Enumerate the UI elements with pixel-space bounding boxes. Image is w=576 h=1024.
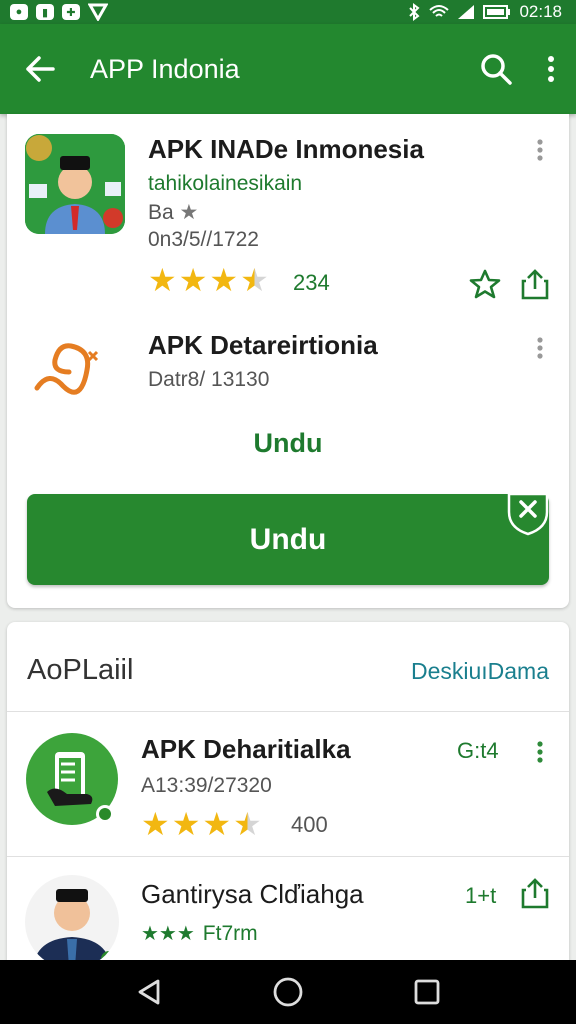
- messenger-icon: ●: [10, 4, 28, 20]
- list-item[interactable]: APK Deharitialka A13:39/27320 ★ ★ ★ ★ 40…: [7, 712, 569, 856]
- item-title: APK INADe Inmonesia: [148, 134, 424, 164]
- arrow-back-icon: [26, 56, 55, 82]
- overflow-menu-button[interactable]: [526, 24, 576, 114]
- signal-icon: [458, 5, 475, 19]
- star-full-icon: ★: [209, 262, 239, 298]
- item-meta-text: Ba: [148, 201, 174, 224]
- favorite-button[interactable]: [465, 264, 505, 304]
- item-date: A13:39/27320: [141, 774, 272, 797]
- app-logo: [31, 330, 103, 402]
- rating-count: 234: [293, 270, 330, 295]
- photo-icon: ✚: [62, 4, 80, 20]
- star-outline-icon: [469, 269, 501, 299]
- person-avatar-icon: [25, 134, 125, 234]
- battery-icon: [483, 5, 511, 19]
- item-badge: G:t4: [457, 738, 499, 763]
- wifi-icon: [429, 5, 450, 17]
- search-icon: [481, 54, 512, 85]
- section-title: AoPLaiil: [27, 654, 134, 686]
- item-more-button[interactable]: [528, 130, 552, 170]
- download-button-label: Undu: [249, 522, 327, 556]
- page-title: APP Indonia: [90, 53, 240, 84]
- star-half-icon: ★: [240, 262, 269, 298]
- download-link[interactable]: Undu: [7, 428, 569, 459]
- app-logo: [25, 732, 119, 826]
- item-badge: 1+t: [465, 883, 497, 908]
- app-thumbnail: [25, 875, 119, 969]
- share-icon: [521, 878, 549, 909]
- nav-home-icon: [273, 977, 303, 1007]
- item-date: Datr8/ 13130: [148, 368, 270, 391]
- star-rating: ★ ★ ★ ★: [141, 808, 262, 840]
- list-item[interactable]: APK Detareirtionia Datr8/ 13130: [7, 314, 569, 424]
- nav-back-button[interactable]: [119, 962, 179, 1022]
- item-more-button[interactable]: [528, 732, 552, 772]
- more-vert-icon: [537, 139, 543, 161]
- app-bar: APP Indonia: [0, 24, 576, 114]
- item-subtitle: tahikolainesikain: [148, 172, 303, 195]
- app-thumbnail: [25, 134, 125, 234]
- item-more-button[interactable]: [528, 328, 552, 368]
- star-full-icon: ★: [141, 806, 170, 842]
- play-icon: [88, 3, 108, 21]
- featured-card: APK INADe Inmonesia tahikolainesikain Ba…: [7, 114, 569, 608]
- status-bar-left: ● ▮ ✚: [10, 3, 108, 21]
- item-title: Gantirysa Clďiahga: [141, 879, 364, 909]
- share-button[interactable]: [515, 873, 555, 913]
- rating-count: 400: [291, 812, 328, 837]
- app-list-card: AoPLaiil DeskiuıDama APK Deharitialka A1…: [7, 622, 569, 982]
- item-title: APK Deharitialka: [141, 734, 351, 764]
- notification-icon: ▮: [36, 4, 54, 20]
- shield-close-icon[interactable]: [505, 490, 551, 536]
- star-full-icon: ★: [202, 806, 232, 842]
- list-item[interactable]: APK INADe Inmonesia tahikolainesikain Ba…: [7, 114, 569, 314]
- star-rating: ★ ★ ★ ★: [148, 264, 269, 296]
- nav-back-icon: [138, 979, 160, 1005]
- more-vert-icon: [537, 337, 543, 359]
- section-link[interactable]: DeskiuıDama: [411, 658, 549, 685]
- status-time: 02:18: [519, 2, 562, 21]
- star-full-icon: ★: [171, 806, 201, 842]
- item-rating-row: ★★★ Ft7rm: [141, 921, 258, 946]
- item-title: APK Detareirtionia: [148, 330, 378, 360]
- status-bar-right: 02:18: [407, 2, 562, 22]
- nav-recents-button[interactable]: [397, 962, 457, 1022]
- star-full-icon: ★: [148, 262, 177, 298]
- star-half-icon: ★: [233, 806, 262, 842]
- small-stars-icon: ★★★: [141, 923, 195, 945]
- more-vert-icon: [548, 56, 554, 82]
- person-avatar-icon: [25, 875, 119, 969]
- small-star-icon: ★: [179, 201, 199, 224]
- bluetooth-icon: [409, 3, 420, 21]
- star-full-icon: ★: [178, 262, 208, 298]
- curved-arrow-logo-icon: [34, 343, 99, 395]
- nav-recents-icon: [414, 979, 440, 1005]
- phone-hand-icon: [26, 733, 118, 825]
- item-meta: Ba ★: [148, 200, 198, 225]
- nav-home-button[interactable]: [258, 962, 318, 1022]
- item-date: 0n3/5//1722: [148, 228, 259, 251]
- system-nav-bar: [0, 960, 576, 1024]
- rating-text: Ft7rm: [202, 921, 258, 945]
- share-button[interactable]: [515, 264, 555, 304]
- back-button[interactable]: [0, 24, 80, 114]
- more-vert-icon: [537, 741, 543, 763]
- download-button[interactable]: Undu: [27, 492, 549, 585]
- share-icon: [521, 269, 549, 300]
- search-button[interactable]: [466, 24, 526, 114]
- status-bar: ● ▮ ✚ 02:18: [0, 0, 576, 24]
